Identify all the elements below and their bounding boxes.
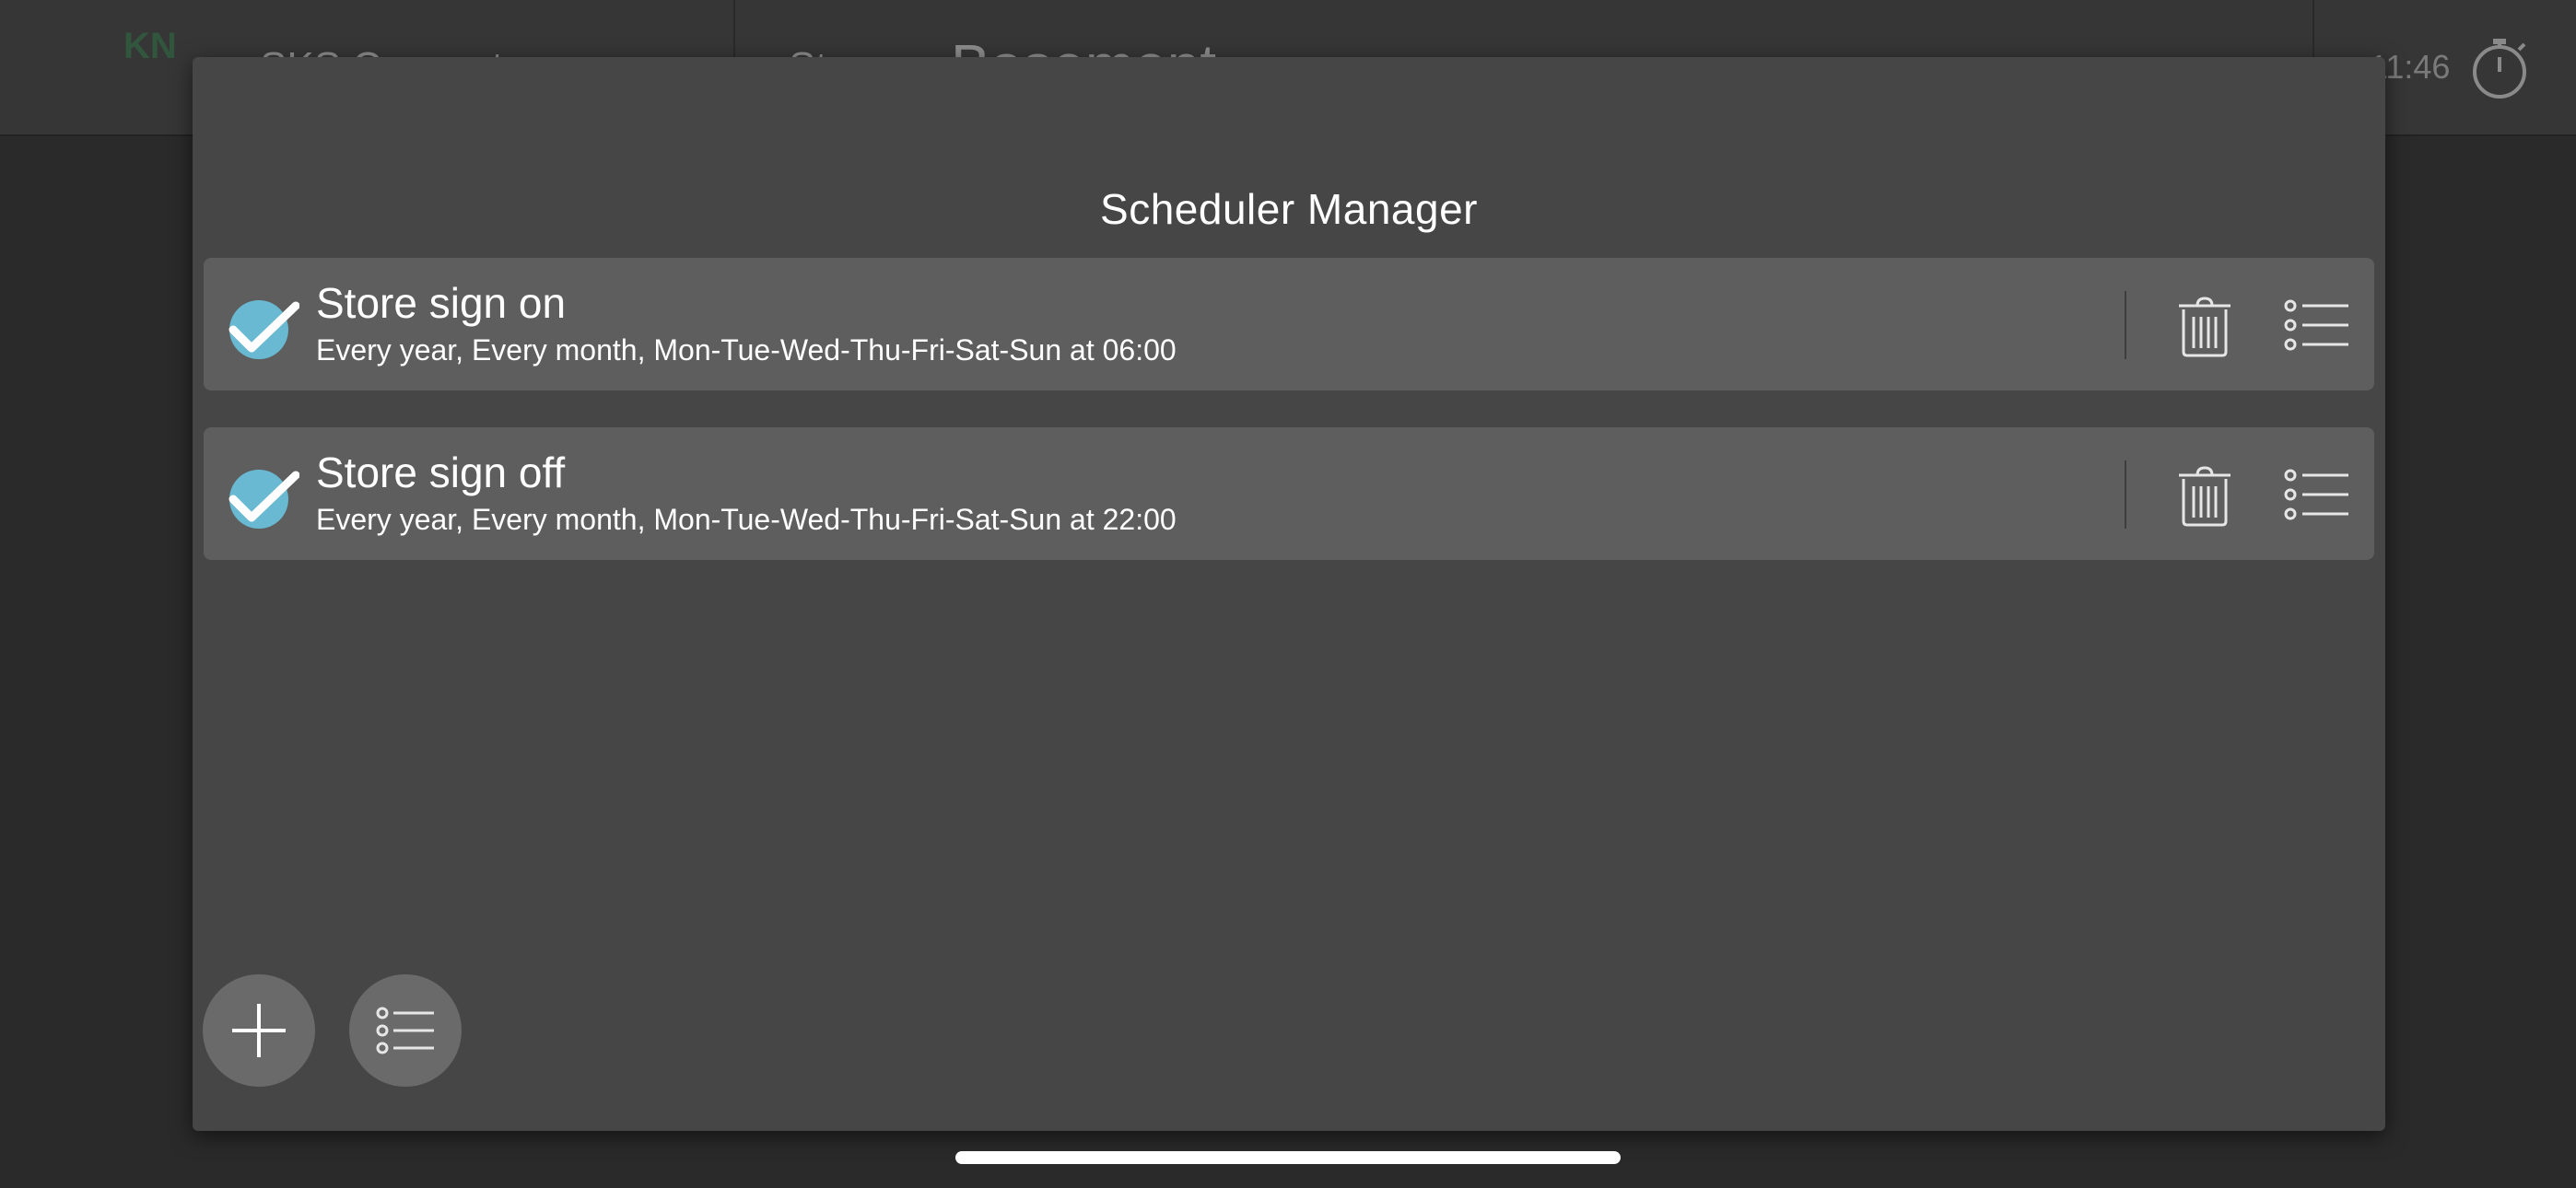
details-list-icon[interactable] (2284, 468, 2350, 521)
schedule-row[interactable]: Store sign on Every year, Every month, M… (204, 258, 2374, 390)
schedule-list-button[interactable] (349, 974, 462, 1087)
app-logo: KN (123, 26, 177, 66)
list-icon (376, 1007, 434, 1054)
trash-icon[interactable] (2173, 462, 2236, 527)
plus-icon (232, 1004, 286, 1057)
schedule-row[interactable]: Store sign off Every year, Every month, … (204, 427, 2374, 560)
dialog-title: Scheduler Manager (1100, 185, 1478, 233)
row-separator (2125, 291, 2126, 359)
row-separator (2125, 460, 2126, 529)
add-schedule-button[interactable] (203, 974, 315, 1087)
schedule-description: Every year, Every month, Mon-Tue-Wed-Thu… (316, 503, 1177, 536)
scheduler-manager-dialog: Scheduler Manager Store sign on Every ye… (193, 57, 2385, 1131)
schedule-title: Store sign on (316, 279, 567, 327)
checkmark-icon[interactable] (228, 293, 299, 365)
schedule-title: Store sign off (316, 448, 566, 496)
stopwatch-icon[interactable] (2465, 33, 2534, 101)
home-indicator[interactable] (955, 1151, 1621, 1164)
checkmark-icon[interactable] (228, 462, 299, 534)
schedule-description: Every year, Every month, Mon-Tue-Wed-Thu… (316, 333, 1177, 367)
trash-icon[interactable] (2173, 293, 2236, 357)
details-list-icon[interactable] (2284, 298, 2350, 352)
